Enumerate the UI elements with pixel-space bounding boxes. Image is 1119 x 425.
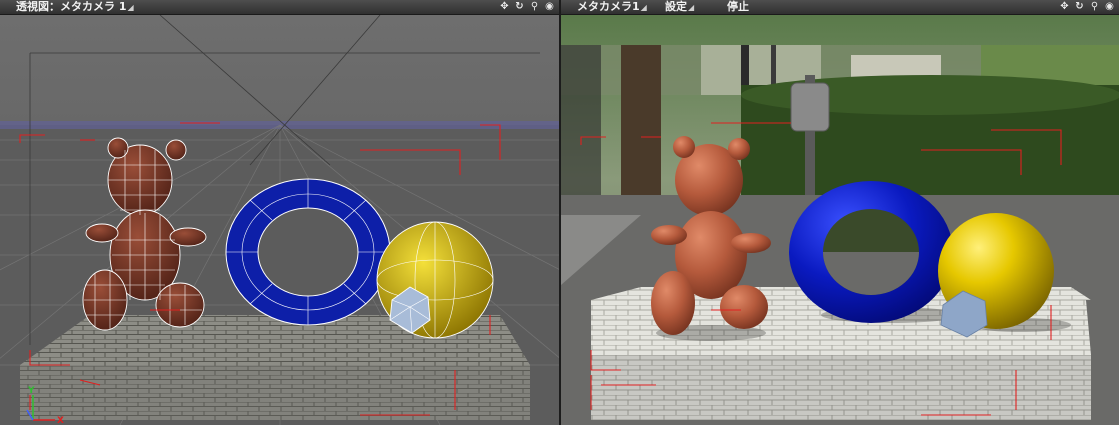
render-viewport[interactable] <box>561 15 1119 425</box>
zoom-view-icon[interactable]: ⚲ <box>1089 0 1100 14</box>
camera-menu[interactable]: メタカメラ1◢ <box>577 0 647 15</box>
stop-button[interactable]: 停止 <box>727 0 749 14</box>
render-view-titlebar: メタカメラ1◢ 設定◢ 停止 ✥ ↻ ⚲ ◉ <box>561 0 1119 15</box>
perspective-view-titlebar: 透視図：メタカメラ 1◢ ✥ ↻ ⚲ ◉ <box>0 0 559 15</box>
move-view-icon[interactable]: ✥ <box>1059 0 1070 14</box>
y-axis-label: Y <box>27 386 35 396</box>
torus-render <box>789 181 953 323</box>
zoom-view-icon[interactable]: ⚲ <box>529 0 540 14</box>
perspective-view-title[interactable]: 透視図：メタカメラ 1◢ <box>16 0 134 15</box>
perspective-viewport-pane: 透視図：メタカメラ 1◢ ✥ ↻ ⚲ ◉ Y X <box>0 0 559 425</box>
rotate-view-icon[interactable]: ↻ <box>1074 0 1085 14</box>
perspective-viewport[interactable]: Y X <box>0 15 559 425</box>
torus-wireframe <box>225 178 391 326</box>
rotate-view-icon[interactable]: ↻ <box>514 0 525 14</box>
app-window: 透視図：メタカメラ 1◢ ✥ ↻ ⚲ ◉ Y X メタカメラ1◢ 設定◢ 停止 … <box>0 0 1119 425</box>
settings-menu[interactable]: 設定◢ <box>665 0 694 15</box>
view-options-icon[interactable]: ◉ <box>544 0 555 14</box>
render-viewport-pane: メタカメラ1◢ 設定◢ 停止 ✥ ↻ ⚲ ◉ <box>561 0 1119 425</box>
view-controls: ✥ ↻ ⚲ ◉ <box>1059 0 1115 14</box>
move-view-icon[interactable]: ✥ <box>499 0 510 14</box>
x-axis-label: X <box>57 416 64 425</box>
view-options-icon[interactable]: ◉ <box>1104 0 1115 14</box>
view-controls: ✥ ↻ ⚲ ◉ <box>499 0 555 14</box>
